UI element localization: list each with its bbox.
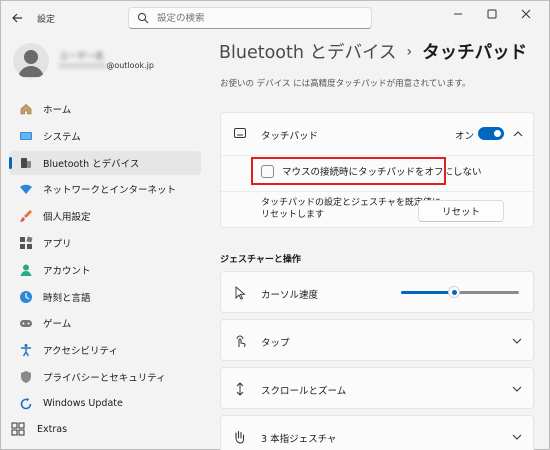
chevron-down-icon [512, 386, 522, 392]
touchpad-icon [233, 126, 247, 140]
sidebar-item-label: Bluetooth とデバイス [43, 158, 140, 170]
chevron-down-icon [512, 338, 522, 344]
breadcrumb: Bluetooth とデバイス › タッチパッド [219, 39, 527, 64]
sidebar-item-privacy[interactable]: プライバシーとセキュリティ [9, 365, 201, 389]
sidebar-item-label: Windows Update [43, 398, 123, 410]
personalization-icon [19, 209, 33, 223]
sidebar-item-label: システム [43, 131, 81, 143]
sidebar-item-time-language[interactable]: 時刻と言語 [9, 285, 201, 309]
sidebar-item-label: ネットワークとインターネット [43, 185, 177, 197]
reset-description: タッチパッドの設定とジェスチャを既定値にリセットします [261, 198, 441, 220]
sidebar-item-label: 時刻と言語 [43, 292, 91, 304]
privacy-shield-icon [19, 370, 33, 384]
page-title: タッチパッド [422, 43, 528, 63]
scroll-zoom-icon [233, 382, 247, 396]
touchpad-toggle[interactable] [478, 127, 504, 140]
scroll-zoom-label: スクロールとズーム [261, 386, 347, 397]
user-email: xxxxxxxxxx@outlook.jp [59, 61, 154, 70]
scroll-zoom-row[interactable]: スクロールとズーム [220, 367, 534, 409]
user-email-domain: @outlook.jp [106, 61, 154, 70]
breadcrumb-parent[interactable]: Bluetooth とデバイス [219, 39, 397, 64]
slider-thumb[interactable] [448, 286, 460, 298]
windows-update-icon [19, 397, 33, 411]
cursor-icon [233, 286, 247, 300]
sidebar-item-account[interactable]: アカウント [9, 258, 201, 282]
sidebar-item-gaming[interactable]: ゲーム [9, 311, 201, 335]
gestures-section-header: ジェスチャーと操作 [220, 255, 301, 265]
sidebar-nav: ホーム システム Bluetooth とデバイス ネットワークとインターネット … [9, 97, 201, 419]
avatar [13, 43, 49, 79]
cursor-speed-slider[interactable] [401, 286, 519, 298]
three-finger-row[interactable]: 3 本指ジェスチャ [220, 415, 534, 450]
slider-fill [401, 291, 454, 294]
sidebar-item-label: アプリ [43, 238, 72, 250]
app-title: 設定 [37, 15, 56, 25]
back-arrow-icon [12, 13, 22, 23]
sidebar-item-apps[interactable]: アプリ [9, 231, 201, 255]
tap-row[interactable]: タップ [220, 319, 534, 361]
accessibility-icon [19, 343, 33, 357]
user-profile[interactable]: ユーザー名 xxxxxxxxxx@outlook.jp [13, 43, 193, 83]
three-finger-label: 3 本指ジェスチャ [261, 434, 337, 445]
title-bar: 設定 [1, 1, 549, 35]
chevron-up-icon[interactable] [512, 128, 524, 140]
touchpad-card: タッチパッド オン マウスの接続時にタッチパッドをオフにしない タッチパッドの設… [220, 112, 534, 228]
sidebar-item-personalization[interactable]: 個人用設定 [9, 204, 201, 228]
search-box[interactable] [128, 7, 372, 29]
sidebar-item-label: 個人用設定 [43, 212, 91, 224]
sidebar-item-label: アカウント [43, 265, 91, 277]
bluetooth-icon [19, 156, 33, 170]
network-icon [19, 182, 33, 196]
person-icon [18, 50, 44, 77]
cursor-speed-label: カーソル速度 [261, 290, 319, 301]
extras-label: Extras [37, 423, 68, 435]
cursor-speed-card: カーソル速度 [220, 271, 534, 313]
touchpad-state-label: オン [455, 131, 475, 142]
minimize-button[interactable] [441, 5, 475, 23]
sidebar-item-label: プライバシーとセキュリティ [43, 372, 166, 384]
sidebar-item-label: アクセシビリティ [43, 346, 118, 358]
divider [221, 155, 533, 156]
touchpad-label: タッチパッド [261, 131, 319, 142]
system-icon [19, 129, 33, 143]
back-button[interactable] [7, 9, 27, 27]
extras-grid-icon [11, 422, 25, 436]
sidebar-item-extras[interactable]: Extras [9, 422, 67, 436]
touchpad-header-row[interactable]: タッチパッド オン [221, 113, 535, 155]
sidebar-item-network[interactable]: ネットワークとインターネット [9, 177, 201, 201]
search-icon [137, 12, 149, 24]
divider [221, 191, 533, 192]
tap-label: タップ [261, 338, 290, 349]
toggle-knob [494, 130, 501, 137]
sidebar-item-home[interactable]: ホーム [9, 97, 201, 121]
maximize-button[interactable] [475, 5, 509, 23]
close-icon [521, 9, 531, 19]
user-email-hidden: xxxxxxxxxx [59, 61, 107, 70]
settings-window: 設定 ユーザー名 xxxxxxxxxx@outlook.jp ホーム [0, 0, 550, 450]
maximize-icon [487, 9, 497, 19]
home-icon [19, 102, 33, 116]
breadcrumb-separator: › [406, 43, 413, 60]
sidebar-item-bluetooth[interactable]: Bluetooth とデバイス [9, 150, 201, 175]
sidebar-item-label: ゲーム [43, 319, 72, 331]
gaming-icon [19, 316, 33, 330]
page-subtitle: お使いの デバイス には高精度タッチパッドが用意されています。 [220, 79, 471, 89]
chevron-down-icon [512, 434, 522, 440]
three-finger-icon [233, 430, 247, 444]
apps-icon [19, 236, 33, 250]
close-button[interactable] [509, 5, 543, 23]
search-input[interactable] [157, 12, 357, 24]
sidebar-item-windows-update[interactable]: Windows Update [9, 392, 201, 416]
window-controls [441, 5, 543, 23]
tap-icon [233, 334, 247, 348]
highlight-box [251, 157, 446, 185]
minimize-icon [454, 13, 462, 15]
reset-button[interactable]: リセット [418, 200, 504, 222]
sidebar-item-label: ホーム [43, 105, 72, 116]
account-icon [19, 263, 33, 277]
sidebar-item-accessibility[interactable]: アクセシビリティ [9, 338, 201, 362]
time-language-icon [19, 290, 33, 304]
sidebar-item-system[interactable]: システム [9, 124, 201, 148]
